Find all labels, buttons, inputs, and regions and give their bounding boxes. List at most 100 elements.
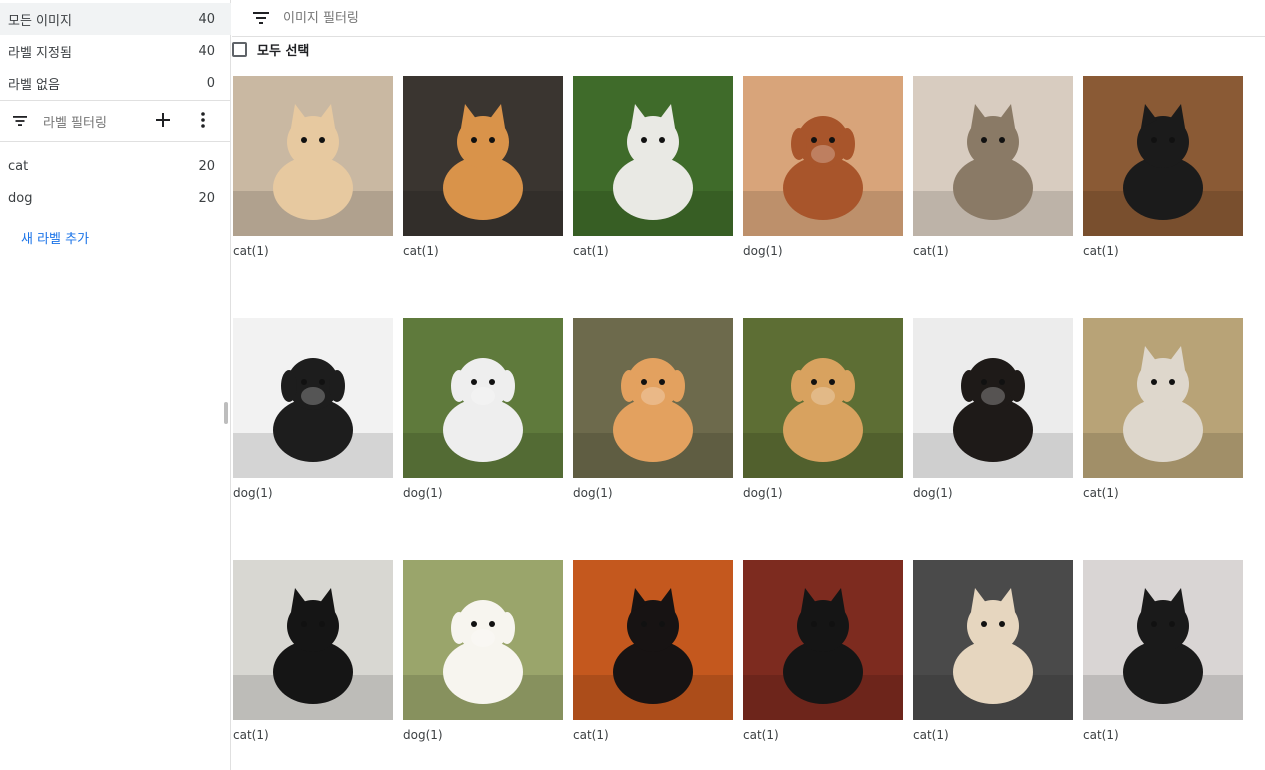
image-card[interactable]: cat(1) (743, 560, 903, 750)
image-thumbnail[interactable] (233, 560, 393, 720)
label-count: 20 (198, 158, 215, 174)
filter-icon (253, 12, 269, 24)
image-card[interactable]: cat(1) (1083, 318, 1243, 508)
image-card[interactable]: cat(1) (1083, 560, 1243, 750)
image-card[interactable]: cat(1) (233, 560, 393, 750)
image-caption: dog(1) (403, 728, 443, 742)
cat-photo (573, 588, 733, 720)
image-card[interactable]: cat(1) (573, 76, 733, 266)
sidebar: 모든 이미지 40 라벨 지정됨 40 라벨 없음 0 라벨 필터링 cat 2… (0, 0, 231, 770)
image-card[interactable]: cat(1) (233, 76, 393, 266)
image-card[interactable]: dog(1) (403, 560, 563, 750)
image-card[interactable]: cat(1) (913, 76, 1073, 266)
image-thumbnail[interactable] (1083, 76, 1243, 236)
image-thumbnail[interactable] (403, 76, 563, 236)
dog-photo (403, 600, 563, 720)
select-all-label: 모두 선택 (257, 43, 310, 59)
divider (0, 141, 231, 142)
image-card[interactable]: cat(1) (1083, 76, 1243, 266)
dog-photo (743, 358, 903, 478)
more-vert-icon[interactable] (193, 110, 213, 130)
select-all-checkbox[interactable]: 모두 선택 (232, 40, 310, 59)
cat-photo (233, 104, 393, 236)
cat-photo (1083, 104, 1243, 236)
label-filter[interactable]: 라벨 필터링 (0, 101, 231, 141)
image-card[interactable]: dog(1) (743, 76, 903, 266)
image-caption: dog(1) (743, 244, 783, 258)
label-count: 20 (198, 190, 215, 206)
cat-photo (1083, 346, 1243, 478)
image-card[interactable]: dog(1) (573, 318, 733, 508)
image-card[interactable]: dog(1) (403, 318, 563, 508)
cat-photo (1083, 588, 1243, 720)
cat-photo (913, 588, 1073, 720)
sidebar-item-label: 라벨 없음 (8, 77, 60, 93)
image-card[interactable]: cat(1) (913, 560, 1073, 750)
image-caption: cat(1) (1083, 728, 1119, 742)
cat-photo (573, 104, 733, 236)
image-caption: cat(1) (1083, 486, 1119, 500)
image-caption: cat(1) (573, 244, 609, 258)
image-thumbnail[interactable] (573, 318, 733, 478)
dog-photo (743, 116, 903, 236)
image-thumbnail[interactable] (403, 318, 563, 478)
image-thumbnail[interactable] (913, 76, 1073, 236)
label-name: dog (8, 190, 33, 206)
sidebar-item-label: 모든 이미지 (8, 13, 72, 29)
cat-photo (743, 588, 903, 720)
sidebar-item-all-images[interactable]: 모든 이미지 40 (0, 3, 231, 35)
image-caption: cat(1) (573, 728, 609, 742)
image-caption: dog(1) (913, 486, 953, 500)
add-label-button[interactable]: 새 라벨 추가 (21, 228, 89, 247)
image-thumbnail[interactable] (233, 76, 393, 236)
sidebar-label-dog[interactable]: dog 20 (0, 182, 231, 214)
image-caption: cat(1) (403, 244, 439, 258)
image-thumbnail[interactable] (1083, 560, 1243, 720)
image-thumbnail[interactable] (743, 318, 903, 478)
sidebar-label-cat[interactable]: cat 20 (0, 150, 231, 182)
image-thumbnail[interactable] (913, 560, 1073, 720)
label-filter-placeholder[interactable]: 라벨 필터링 (43, 112, 107, 131)
image-card[interactable]: dog(1) (913, 318, 1073, 508)
image-thumbnail[interactable] (743, 76, 903, 236)
image-caption: cat(1) (743, 728, 779, 742)
image-caption: dog(1) (233, 486, 273, 500)
image-card[interactable]: cat(1) (403, 76, 563, 266)
sidebar-item-labeled[interactable]: 라벨 지정됨 40 (0, 35, 231, 67)
checkbox[interactable] (232, 41, 247, 57)
image-caption: dog(1) (403, 486, 443, 500)
sidebar-item-count: 40 (198, 43, 215, 59)
image-card[interactable]: cat(1) (573, 560, 733, 750)
image-caption: dog(1) (743, 486, 783, 500)
image-caption: dog(1) (573, 486, 613, 500)
image-thumbnail[interactable] (573, 76, 733, 236)
image-thumbnail[interactable] (233, 318, 393, 478)
image-card[interactable]: dog(1) (743, 318, 903, 508)
dog-photo (233, 358, 393, 478)
image-thumbnail[interactable] (913, 318, 1073, 478)
image-caption: cat(1) (233, 244, 269, 258)
sidebar-item-count: 0 (206, 75, 215, 91)
filter-icon (13, 116, 27, 126)
sidebar-item-count: 40 (198, 11, 215, 27)
image-thumbnail[interactable] (1083, 318, 1243, 478)
image-card[interactable]: dog(1) (233, 318, 393, 508)
image-filter-bar[interactable]: 이미지 필터링 (232, 0, 1265, 37)
image-filter-placeholder[interactable]: 이미지 필터링 (283, 7, 359, 26)
image-thumbnail[interactable] (573, 560, 733, 720)
image-caption: cat(1) (913, 728, 949, 742)
dog-photo (573, 358, 733, 478)
plus-icon[interactable] (153, 110, 173, 130)
image-thumbnail[interactable] (743, 560, 903, 720)
cat-photo (233, 588, 393, 720)
image-caption: cat(1) (233, 728, 269, 742)
resize-handle[interactable] (224, 402, 228, 424)
sidebar-item-unlabeled[interactable]: 라벨 없음 0 (0, 67, 231, 99)
label-name: cat (8, 158, 29, 174)
dog-photo (913, 358, 1073, 478)
sidebar-item-label: 라벨 지정됨 (8, 45, 72, 61)
dog-photo (403, 358, 563, 478)
image-thumbnail[interactable] (403, 560, 563, 720)
cat-photo (403, 104, 563, 236)
image-caption: cat(1) (1083, 244, 1119, 258)
